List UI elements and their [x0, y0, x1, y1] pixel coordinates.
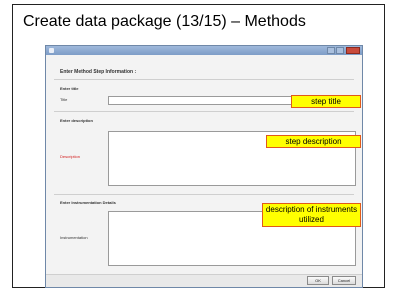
callout-instruments: description of instruments utilized [262, 203, 361, 227]
close-icon[interactable] [346, 47, 360, 54]
maximize-icon[interactable] [327, 47, 335, 54]
dialog-heading: Enter Method Step Information : [60, 69, 137, 75]
instrumentation-section-label: Enter Instrumentation Details [60, 200, 116, 205]
instrumentation-label: Instrumentation [60, 235, 88, 240]
dialog-footer: OK Cancel [46, 274, 362, 287]
slide-title: Create data package (13/15) – Methods [23, 13, 306, 30]
divider [54, 79, 354, 80]
method-step-dialog: Enter Method Step Information : Enter ti… [45, 45, 363, 288]
divider [54, 111, 354, 112]
callout-step-title: step title [291, 95, 361, 108]
minimize-icon[interactable] [336, 47, 344, 54]
cancel-button[interactable]: Cancel [332, 276, 356, 285]
ok-button[interactable]: OK [307, 276, 329, 285]
divider [54, 194, 354, 195]
title-section-label: Enter title [60, 86, 79, 91]
dialog-titlebar [46, 46, 362, 55]
title-label: Title [60, 97, 68, 102]
callout-step-description: step description [266, 135, 361, 148]
description-label: Description [60, 154, 81, 159]
app-icon [49, 48, 54, 53]
description-section-label: Enter description [60, 118, 93, 123]
